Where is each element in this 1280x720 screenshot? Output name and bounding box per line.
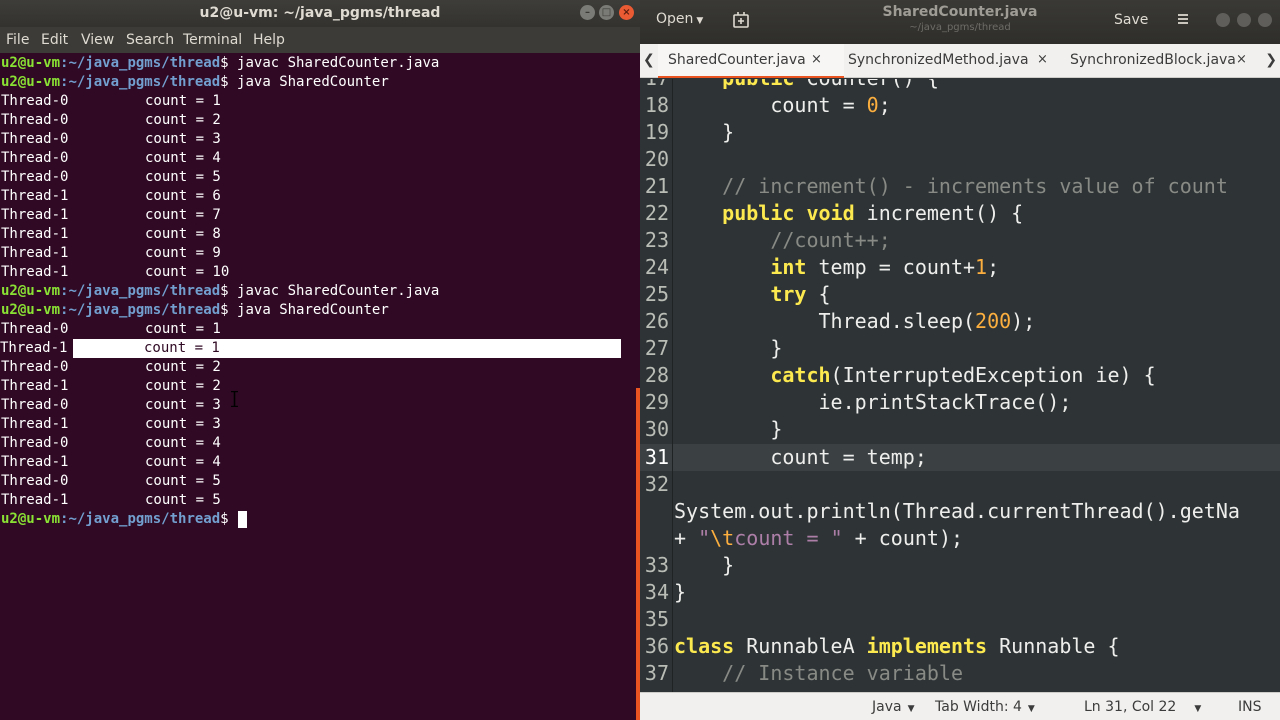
terminal-prompt-line: u2@u-vm:~/java_pgms/thread$ java SharedC… bbox=[1, 302, 389, 318]
chevron-down-icon: ▼ bbox=[907, 704, 915, 714]
code-line: count = 0; bbox=[674, 93, 891, 117]
menu-edit[interactable]: Edit bbox=[41, 32, 68, 48]
line-number: 35 bbox=[644, 607, 669, 631]
code-line: + "\tcount = " + count); bbox=[674, 526, 964, 550]
terminal-titlebar: u2@u-vm: ~/java_pgms/thread – □ × bbox=[0, 0, 640, 27]
code-line: public Counter() { bbox=[674, 79, 939, 92]
cursor-position[interactable]: Ln 31, Col 22 ▼ bbox=[1084, 699, 1201, 715]
code-comment: // increment() - increments value of cou… bbox=[674, 174, 1228, 198]
code-line: ie.printStackTrace(); bbox=[674, 390, 1072, 414]
tab-synchronizedblock[interactable]: SynchronizedBlock.java × bbox=[1068, 44, 1268, 78]
code-editor[interactable]: 17 18 19 20 21 22 23 24 25 26 27 28 29 3… bbox=[640, 79, 1280, 692]
code-line-current: count = temp; bbox=[674, 445, 927, 469]
line-number: 32 bbox=[644, 472, 669, 496]
command-text: java SharedCounter bbox=[237, 302, 389, 318]
terminal-window: u2@u-vm: ~/java_pgms/thread – □ × File E… bbox=[0, 0, 640, 720]
chevron-right-icon[interactable]: ❯ bbox=[1265, 52, 1277, 68]
chevron-down-icon: ▼ bbox=[1027, 704, 1035, 714]
command-text: java SharedCounter bbox=[237, 74, 389, 90]
chevron-down-icon: ▼ bbox=[696, 16, 704, 26]
code-line: public void increment() { bbox=[722, 201, 1024, 225]
line-number: 37 bbox=[644, 661, 669, 685]
line-number: 21 bbox=[644, 174, 669, 198]
command-text: javac SharedCounter.java bbox=[237, 283, 440, 299]
line-number: 24 bbox=[644, 255, 669, 279]
open-button[interactable]: Open ▼ bbox=[648, 9, 712, 33]
line-number: 18 bbox=[644, 93, 669, 117]
terminal-prompt-line: u2@u-vm:~/java_pgms/thread$ java SharedC… bbox=[1, 74, 389, 90]
code-line: class RunnableA implements Runnable { bbox=[674, 634, 1120, 658]
code-comment: //count++; bbox=[674, 228, 891, 252]
new-document-icon[interactable] bbox=[730, 9, 752, 33]
close-icon[interactable] bbox=[1258, 13, 1272, 27]
hamburger-menu-icon[interactable] bbox=[1176, 12, 1190, 26]
terminal-menubar: File Edit View Search Terminal Help bbox=[0, 27, 640, 53]
line-number: 27 bbox=[644, 336, 669, 360]
code-line: } bbox=[674, 553, 735, 577]
menu-search[interactable]: Search bbox=[126, 32, 174, 48]
line-number: 25 bbox=[644, 282, 669, 306]
line-number: 33 bbox=[644, 553, 669, 577]
code-comment: // Instance variable bbox=[674, 661, 963, 685]
line-number: 17 bbox=[640, 79, 669, 92]
line-number: 28 bbox=[644, 363, 669, 387]
code-line: System.out.println(Thread.currentThread(… bbox=[674, 499, 1240, 523]
tab-sharedcounter[interactable]: SharedCounter.java × bbox=[658, 44, 844, 78]
close-tab-icon[interactable]: × bbox=[811, 52, 822, 67]
terminal-title: u2@u-vm: ~/java_pgms/thread bbox=[199, 5, 441, 21]
document-tabbar: ❮ SharedCounter.java × SynchronizedMetho… bbox=[640, 44, 1280, 78]
code-line: int temp = count+1; bbox=[770, 255, 1000, 279]
tab-width-selector[interactable]: Tab Width: 4 ▼ bbox=[935, 699, 1035, 715]
text-cursor-icon bbox=[231, 391, 238, 407]
minimize-icon[interactable] bbox=[1216, 13, 1230, 27]
line-number: 22 bbox=[644, 201, 669, 225]
terminal-output[interactable]: u2@u-vm:~/java_pgms/thread$ javac Shared… bbox=[0, 54, 636, 720]
line-number: 19 bbox=[644, 120, 669, 144]
command-text: javac SharedCounter.java bbox=[237, 55, 440, 71]
line-number: 26 bbox=[644, 309, 669, 333]
language-selector[interactable]: Java ▼ bbox=[872, 699, 915, 715]
line-number: 36 bbox=[644, 634, 669, 658]
maximize-icon[interactable] bbox=[1237, 13, 1251, 27]
chevron-down-icon: ▼ bbox=[1194, 704, 1202, 714]
line-number: 34 bbox=[644, 580, 669, 604]
code-line: try { bbox=[770, 282, 831, 306]
tab-synchronizedmethod[interactable]: SynchronizedMethod.java × bbox=[846, 44, 1052, 78]
document-path: ~/java_pgms/thread bbox=[909, 22, 1011, 33]
editor-window: Open ▼ SharedCounter.java ~/java_pgms/thr… bbox=[640, 0, 1280, 720]
terminal-prompt-line[interactable]: u2@u-vm:~/java_pgms/thread$ bbox=[1, 510, 248, 529]
document-title: SharedCounter.java bbox=[882, 4, 1038, 20]
chevron-left-icon[interactable]: ❮ bbox=[643, 52, 655, 68]
menu-help[interactable]: Help bbox=[253, 32, 285, 48]
code-line: } bbox=[674, 580, 687, 604]
editor-headerbar: Open ▼ SharedCounter.java ~/java_pgms/thr… bbox=[640, 0, 1280, 44]
close-tab-icon[interactable]: × bbox=[1236, 52, 1247, 67]
code-line: } bbox=[674, 120, 735, 144]
menu-terminal[interactable]: Terminal bbox=[183, 32, 242, 48]
code-line: } bbox=[674, 417, 783, 441]
maximize-icon[interactable]: □ bbox=[599, 5, 614, 20]
line-number: 30 bbox=[644, 417, 669, 441]
line-number: 20 bbox=[644, 147, 669, 171]
terminal-cursor bbox=[238, 510, 248, 528]
code-line: Thread.sleep(200); bbox=[674, 309, 1036, 333]
output-line-selected[interactable]: Thread-1 count = 1 bbox=[0, 339, 621, 358]
insert-mode-indicator: INS bbox=[1238, 699, 1262, 715]
terminal-prompt-line: u2@u-vm:~/java_pgms/thread$ javac Shared… bbox=[1, 55, 440, 71]
minimize-icon[interactable]: – bbox=[580, 5, 595, 20]
close-tab-icon[interactable]: × bbox=[1037, 52, 1048, 67]
line-number: 23 bbox=[644, 228, 669, 252]
line-number-current: 31 bbox=[644, 445, 669, 469]
terminal-prompt-line: u2@u-vm:~/java_pgms/thread$ javac Shared… bbox=[1, 283, 440, 299]
line-number: 29 bbox=[644, 390, 669, 414]
code-line: catch(InterruptedException ie) { bbox=[770, 363, 1156, 387]
code-line: } bbox=[674, 336, 783, 360]
close-icon[interactable]: × bbox=[619, 5, 634, 20]
menu-file[interactable]: File bbox=[6, 32, 29, 48]
gutter-divider bbox=[672, 79, 673, 692]
save-button[interactable]: Save bbox=[1114, 9, 1154, 33]
editor-statusbar: Java ▼ Tab Width: 4 ▼ Ln 31, Col 22 ▼ INS bbox=[640, 692, 1280, 720]
menu-view[interactable]: View bbox=[81, 32, 114, 48]
